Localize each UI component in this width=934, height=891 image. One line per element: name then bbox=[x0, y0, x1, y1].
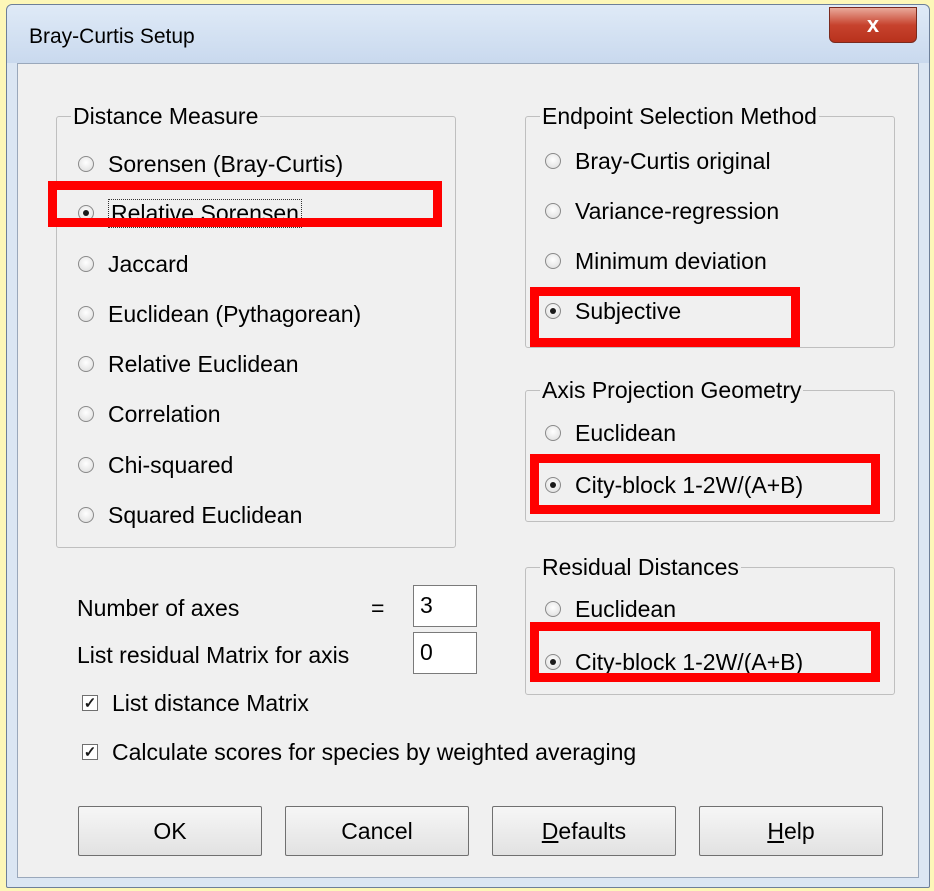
radio-sorensen[interactable]: Sorensen (Bray-Curtis) bbox=[78, 148, 343, 180]
help-mnemonic: H bbox=[767, 817, 784, 844]
axis-projection-label: Axis Projection Geometry bbox=[540, 377, 804, 404]
radio-residual-euclidean[interactable]: Euclidean bbox=[545, 593, 676, 625]
radio-button[interactable] bbox=[78, 406, 94, 422]
title-bar[interactable]: Bray-Curtis Setup x bbox=[7, 5, 929, 63]
radio-button[interactable] bbox=[78, 507, 94, 523]
radio-chi-squared[interactable]: Chi-squared bbox=[78, 449, 233, 481]
defaults-button[interactable]: Defaults bbox=[492, 806, 676, 856]
residual-distances-label: Residual Distances bbox=[540, 554, 741, 581]
endpoint-selection-label: Endpoint Selection Method bbox=[540, 103, 819, 130]
radio-subjective[interactable]: Subjective bbox=[545, 295, 681, 327]
equals-sign: = bbox=[371, 595, 385, 621]
radio-button-selected[interactable] bbox=[78, 205, 94, 221]
radio-button-selected[interactable] bbox=[545, 654, 561, 670]
radio-residual-city-block[interactable]: City-block 1-2W/(A+B) bbox=[545, 646, 803, 678]
close-icon: x bbox=[866, 12, 880, 37]
help-button[interactable]: Help bbox=[699, 806, 883, 856]
dialog-window: Bray-Curtis Setup x Distance Measure Sor… bbox=[6, 4, 930, 888]
radio-euclidean-pythagorean[interactable]: Euclidean (Pythagorean) bbox=[78, 298, 361, 330]
radio-button-selected[interactable] bbox=[545, 303, 561, 319]
radio-label: Sorensen (Bray-Curtis) bbox=[108, 150, 344, 177]
radio-button[interactable] bbox=[78, 457, 94, 473]
number-of-axes-label: Number of axes bbox=[77, 595, 240, 621]
checkbox-checked-icon[interactable]: ✓ bbox=[82, 744, 98, 760]
help-button-label: elp bbox=[783, 817, 815, 844]
list-residual-matrix-label: List residual Matrix for axis bbox=[77, 642, 350, 668]
radio-correlation[interactable]: Correlation bbox=[78, 398, 221, 430]
radio-axis-euclidean[interactable]: Euclidean bbox=[545, 417, 676, 449]
cancel-button-label: Cancel bbox=[341, 817, 413, 844]
close-button[interactable]: x bbox=[829, 7, 917, 43]
radio-label: Correlation bbox=[108, 400, 221, 427]
distance-measure-group: Distance Measure bbox=[56, 103, 456, 548]
radio-jaccard[interactable]: Jaccard bbox=[78, 248, 189, 280]
radio-button[interactable] bbox=[545, 153, 561, 169]
radio-button[interactable] bbox=[78, 306, 94, 322]
number-of-axes-input[interactable]: 3 bbox=[413, 585, 477, 627]
radio-button[interactable] bbox=[545, 253, 561, 269]
distance-measure-label: Distance Measure bbox=[71, 103, 261, 130]
radio-label: Bray-Curtis original bbox=[575, 147, 771, 174]
radio-label: City-block 1-2W/(A+B) bbox=[575, 471, 804, 498]
defaults-button-label: efaults bbox=[558, 817, 627, 844]
radio-label: Minimum deviation bbox=[575, 247, 767, 274]
radio-button[interactable] bbox=[545, 601, 561, 617]
radio-relative-sorensen[interactable]: Relative Sorensen bbox=[78, 197, 302, 229]
radio-button[interactable] bbox=[78, 156, 94, 172]
radio-label: Relative Euclidean bbox=[108, 350, 299, 377]
radio-button[interactable] bbox=[545, 425, 561, 441]
radio-button[interactable] bbox=[545, 203, 561, 219]
radio-bray-curtis-original[interactable]: Bray-Curtis original bbox=[545, 145, 771, 177]
checkbox-label: Calculate scores for species by weighted… bbox=[112, 738, 637, 765]
radio-label: Chi-squared bbox=[108, 451, 234, 478]
ok-button[interactable]: OK bbox=[78, 806, 262, 856]
radio-variance-regression[interactable]: Variance-regression bbox=[545, 195, 779, 227]
calculate-scores-checkbox[interactable]: ✓ Calculate scores for species by weight… bbox=[82, 737, 636, 767]
window-title: Bray-Curtis Setup bbox=[29, 25, 195, 48]
cancel-button[interactable]: Cancel bbox=[285, 806, 469, 856]
dialog-client-area: Distance Measure Sorensen (Bray-Curtis) … bbox=[17, 63, 919, 878]
radio-label: Relative Sorensen bbox=[108, 198, 302, 228]
radio-button-selected[interactable] bbox=[545, 477, 561, 493]
radio-squared-euclidean[interactable]: Squared Euclidean bbox=[78, 499, 302, 531]
radio-relative-euclidean[interactable]: Relative Euclidean bbox=[78, 348, 299, 380]
radio-axis-city-block[interactable]: City-block 1-2W/(A+B) bbox=[545, 469, 803, 501]
checkbox-checked-icon[interactable]: ✓ bbox=[82, 695, 98, 711]
defaults-mnemonic: D bbox=[541, 817, 559, 844]
radio-minimum-deviation[interactable]: Minimum deviation bbox=[545, 245, 767, 277]
list-residual-matrix-input[interactable]: 0 bbox=[413, 632, 477, 674]
radio-label: Euclidean (Pythagorean) bbox=[108, 300, 362, 327]
radio-button[interactable] bbox=[78, 256, 94, 272]
radio-label: Subjective bbox=[575, 297, 682, 324]
radio-label: Jaccard bbox=[108, 250, 189, 277]
radio-label: Euclidean bbox=[575, 419, 677, 446]
radio-label: Variance-regression bbox=[575, 197, 780, 224]
checkbox-label: List distance Matrix bbox=[112, 689, 309, 716]
radio-label: Squared Euclidean bbox=[108, 501, 303, 528]
radio-label: City-block 1-2W/(A+B) bbox=[575, 648, 804, 675]
axis-projection-group: Axis Projection Geometry bbox=[525, 377, 895, 522]
list-distance-matrix-checkbox[interactable]: ✓ List distance Matrix bbox=[82, 688, 309, 718]
radio-button[interactable] bbox=[78, 356, 94, 372]
ok-button-label: OK bbox=[153, 817, 187, 844]
radio-label: Euclidean bbox=[575, 595, 677, 622]
